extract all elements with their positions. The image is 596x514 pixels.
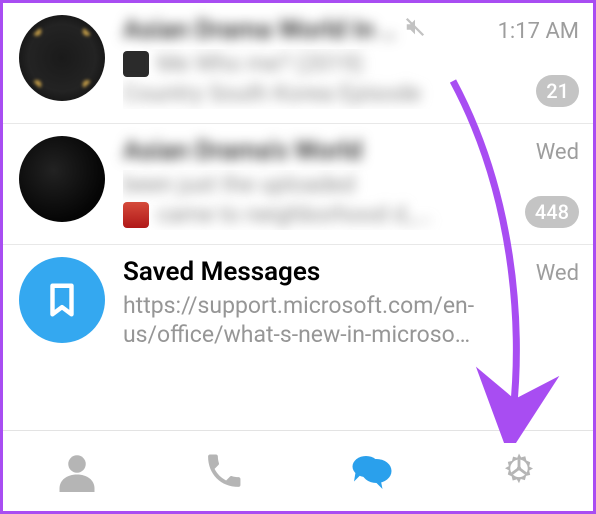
chat-time: Wed bbox=[526, 140, 579, 165]
chat-time: Wed bbox=[526, 261, 579, 286]
chat-preview: been just the uploaded came to neighborh… bbox=[123, 170, 579, 230]
chat-avatar bbox=[19, 136, 105, 222]
unread-badge: 448 bbox=[525, 196, 579, 228]
bookmark-icon bbox=[43, 277, 81, 323]
chat-content: Asian Drama's World Wed been just the up… bbox=[123, 136, 579, 230]
chat-preview: https://support.microsoft.com/en-us/offi… bbox=[123, 291, 579, 351]
chat-row[interactable]: Asian Drama World In .. 1:17 AM Me Who m… bbox=[3, 3, 593, 124]
chat-avatar bbox=[19, 15, 105, 101]
tab-settings[interactable] bbox=[446, 431, 594, 511]
chat-row-saved-messages[interactable]: Saved Messages Wed https://support.micro… bbox=[3, 245, 593, 365]
app-frame: Asian Drama World In .. 1:17 AM Me Who m… bbox=[0, 0, 596, 514]
saved-messages-avatar bbox=[19, 257, 105, 343]
tab-chats[interactable] bbox=[298, 431, 446, 511]
chat-title: Asian Drama World In .. bbox=[123, 15, 396, 45]
unread-badge: 21 bbox=[536, 75, 579, 107]
chat-preview: Me Who me? (2019) Country South Korea Ep… bbox=[123, 49, 579, 109]
tab-contacts[interactable] bbox=[3, 431, 151, 511]
tab-calls[interactable] bbox=[151, 431, 299, 511]
chat-content: Saved Messages Wed https://support.micro… bbox=[123, 257, 579, 351]
chat-title: Asian Drama's World bbox=[123, 136, 362, 166]
phone-icon bbox=[203, 450, 245, 492]
chat-title: Saved Messages bbox=[123, 257, 320, 287]
person-icon bbox=[56, 450, 98, 492]
chat-row[interactable]: Asian Drama's World Wed been just the up… bbox=[3, 124, 593, 245]
chat-time: 1:17 AM bbox=[488, 19, 579, 44]
chats-icon bbox=[351, 450, 393, 492]
tab-bar bbox=[3, 430, 593, 511]
chat-content: Asian Drama World In .. 1:17 AM Me Who m… bbox=[123, 15, 579, 109]
preview-thumb bbox=[123, 51, 149, 77]
gear-icon bbox=[498, 450, 540, 492]
muted-icon bbox=[404, 16, 426, 42]
preview-thumb bbox=[123, 202, 149, 228]
chat-list: Asian Drama World In .. 1:17 AM Me Who m… bbox=[3, 3, 593, 364]
